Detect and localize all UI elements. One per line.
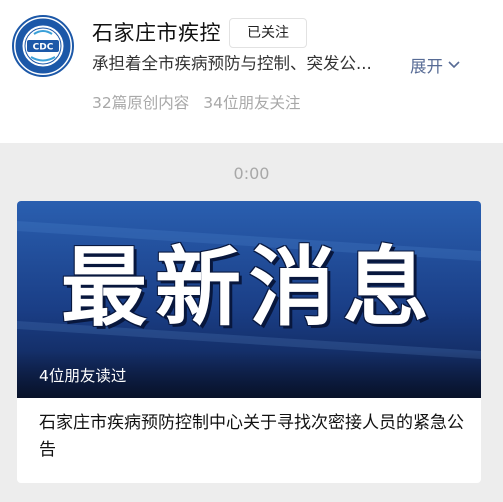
- follow-button[interactable]: 已关注: [229, 18, 307, 48]
- account-description: 承担着全市疾病预防与控制、突发公...: [92, 54, 372, 73]
- expand-link[interactable]: 展开: [410, 52, 460, 79]
- svg-text:CDC: CDC: [33, 43, 54, 53]
- account-name[interactable]: 石家庄市疾控: [92, 20, 221, 46]
- cover-headline: 最新消息: [61, 238, 437, 338]
- followers-count: 34位朋友关注: [203, 94, 301, 112]
- article-cover[interactable]: 最新消息 4位朋友读过: [17, 201, 481, 398]
- expand-label: 展开: [410, 57, 443, 76]
- chevron-down-icon: [448, 52, 460, 76]
- cdc-logo-icon: CDC: [15, 18, 71, 74]
- account-avatar[interactable]: CDC: [12, 15, 74, 77]
- account-header: CDC 石家庄市疾控 已关注 承担着全市疾病预防与控制、突发公... 展开 32…: [0, 0, 503, 143]
- account-stats: 32篇原创内容 34位朋友关注: [92, 92, 300, 114]
- article-card[interactable]: 最新消息 4位朋友读过 石家庄市疾病预防控制中心关于寻找次密接人员的紧急公告: [17, 201, 481, 483]
- article-title[interactable]: 石家庄市疾病预防控制中心关于寻找次密接人员的紧急公告: [39, 410, 469, 464]
- audio-time: 0:00: [233, 164, 270, 183]
- original-count: 32篇原创内容: [92, 94, 190, 112]
- friends-read-count: 4位朋友读过: [39, 367, 127, 385]
